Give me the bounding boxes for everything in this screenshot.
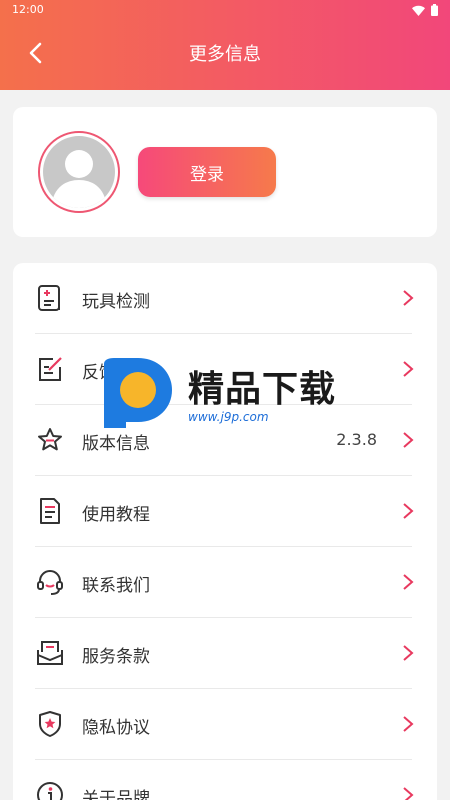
default-avatar-icon [43, 136, 115, 208]
menu-label: 服务条款 [82, 647, 150, 667]
menu-label: 版本信息 [82, 434, 150, 454]
avatar[interactable] [38, 131, 120, 213]
chevron-right-icon [403, 574, 414, 590]
terms-envelope-icon [37, 641, 63, 665]
headset-icon [37, 570, 63, 595]
chevron-right-icon [403, 645, 414, 661]
menu-list: 玩具检测 反馈 版本信息 2.3.8 使用教程 联系我们 服务条款 隐私协议 关… [13, 263, 437, 800]
login-button[interactable]: 登录 [138, 147, 276, 197]
menu-label: 关于品牌 [82, 789, 150, 800]
chevron-right-icon [403, 290, 414, 306]
menu-item-tutorial[interactable]: 使用教程 [13, 476, 437, 547]
watermark-title: 精品下载 [188, 369, 337, 410]
menu-item-terms[interactable]: 服务条款 [13, 618, 437, 689]
status-bar: 12:00 [0, 0, 450, 20]
app-header: 12:00 更多信息 [0, 0, 450, 90]
tutorial-document-icon [40, 498, 60, 524]
menu-label: 联系我们 [82, 576, 150, 596]
menu-item-toy-check[interactable]: 玩具检测 [13, 263, 437, 334]
profile-card: 登录 [13, 107, 437, 237]
chevron-right-icon [403, 503, 414, 519]
chevron-right-icon [403, 716, 414, 732]
toy-check-icon [38, 285, 60, 311]
menu-label: 使用教程 [82, 505, 150, 525]
menu-item-about-brand[interactable]: 关于品牌 [13, 760, 437, 800]
wifi-icon [412, 5, 425, 16]
chevron-right-icon [403, 432, 414, 448]
page-title: 更多信息 [189, 44, 261, 65]
watermark-logo-icon [104, 358, 172, 428]
privacy-shield-icon [39, 711, 61, 737]
menu-label: 玩具检测 [82, 292, 150, 312]
menu-item-contact[interactable]: 联系我们 [13, 547, 437, 618]
status-time: 12:00 [12, 3, 44, 16]
menu-label: 隐私协议 [82, 718, 150, 738]
status-icons [412, 3, 438, 17]
version-number: 2.3.8 [336, 430, 377, 449]
info-icon [37, 782, 63, 800]
chevron-right-icon [403, 787, 414, 800]
chevron-right-icon [403, 361, 414, 377]
watermark-url: www.j9p.com [188, 410, 269, 424]
version-star-icon [38, 428, 62, 451]
feedback-icon [39, 357, 62, 381]
menu-item-privacy[interactable]: 隐私协议 [13, 689, 437, 760]
watermark: 精品下载 www.j9p.com [100, 358, 360, 428]
battery-icon [431, 4, 438, 16]
